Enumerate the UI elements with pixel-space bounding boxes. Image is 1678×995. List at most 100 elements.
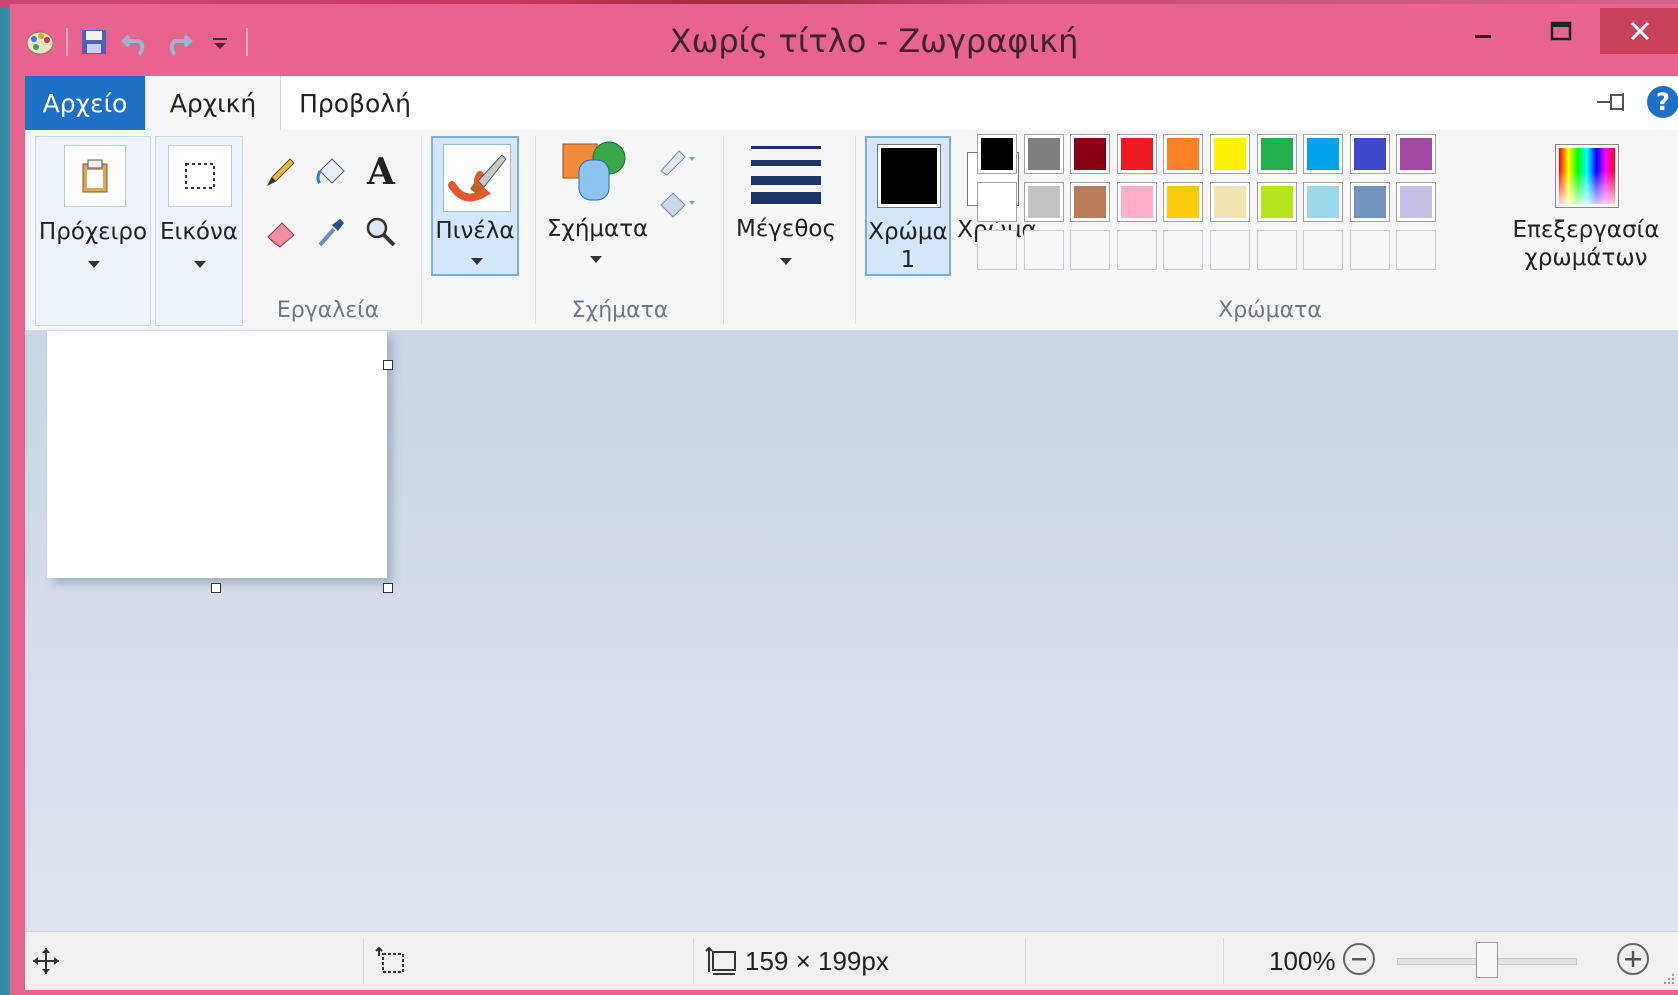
brushes-button[interactable]: Πινέλα <box>431 136 519 276</box>
tools-group-label: Εργαλεία <box>276 298 380 323</box>
palette-swatch[interactable] <box>1350 182 1390 222</box>
palette-swatch[interactable] <box>1257 134 1297 174</box>
resize-handle-right[interactable] <box>383 360 393 370</box>
custom-color-slot[interactable] <box>1024 230 1064 270</box>
colors-group-label: Χρώματα <box>1218 298 1322 323</box>
select-icon <box>168 145 232 207</box>
cursor-position-icon <box>31 946 61 980</box>
maximize-icon <box>1550 21 1572 41</box>
group-separator <box>535 136 536 324</box>
palette-swatch[interactable] <box>977 182 1017 222</box>
palette-swatch[interactable] <box>1210 134 1250 174</box>
palette-swatch[interactable] <box>1070 134 1110 174</box>
chevron-down-icon <box>471 258 483 265</box>
status-bar: 159 × 199px 100% <box>25 931 1678 990</box>
image-label: Εικόνα <box>160 219 238 245</box>
shapes-button[interactable]: Σχήματα <box>547 136 649 276</box>
custom-color-slot[interactable] <box>1257 230 1297 270</box>
shapes-label: Σχήματα <box>547 216 649 242</box>
group-separator <box>421 136 422 324</box>
palette-swatch[interactable] <box>1396 134 1436 174</box>
color1-button[interactable]: Χρώμα 1 <box>865 136 951 276</box>
color1-label-line1: Χρώμα <box>868 219 948 245</box>
palette-swatch[interactable] <box>1210 182 1250 222</box>
palette-swatch[interactable] <box>1163 134 1203 174</box>
minimize-button[interactable] <box>1450 8 1516 54</box>
outline-icon[interactable] <box>657 140 697 180</box>
drawing-canvas[interactable] <box>47 331 387 578</box>
image-button[interactable]: Εικόνα <box>155 136 243 326</box>
minus-icon <box>1352 958 1366 961</box>
status-separator <box>693 938 694 984</box>
palette-swatch[interactable] <box>1163 182 1203 222</box>
custom-color-slot[interactable] <box>1163 230 1203 270</box>
plus-icon <box>1625 951 1641 967</box>
pencil-icon[interactable] <box>261 152 301 192</box>
palette-swatch[interactable] <box>1117 182 1157 222</box>
resize-handle-corner[interactable] <box>383 583 393 593</box>
zoom-out-button[interactable] <box>1343 943 1375 975</box>
edit-colors-label: Επεξεργασία χρωμάτων <box>1511 216 1661 272</box>
window-title: Χωρίς τίτλο - Ζωγραφική <box>669 22 1079 60</box>
fill-icon[interactable] <box>657 184 697 224</box>
size-button[interactable]: Μέγεθος <box>735 136 837 276</box>
zoom-slider-thumb[interactable] <box>1476 942 1498 978</box>
color1-label: Χρώμα 1 <box>867 218 949 274</box>
custom-color-slot[interactable] <box>1070 230 1110 270</box>
palette-swatch[interactable] <box>1070 182 1110 222</box>
palette-swatch[interactable] <box>977 134 1017 174</box>
custom-color-slot[interactable] <box>1396 230 1436 270</box>
resize-handle-bottom[interactable] <box>211 583 221 593</box>
resize-grip-icon[interactable] <box>1663 970 1675 989</box>
canvas-workspace <box>25 331 1678 931</box>
help-icon[interactable]: ? <box>1647 86 1678 118</box>
custom-color-slot[interactable] <box>1210 230 1250 270</box>
zoom-in-button[interactable] <box>1617 943 1649 975</box>
palette-swatch[interactable] <box>1257 182 1297 222</box>
custom-color-slot[interactable] <box>977 230 1017 270</box>
color-picker-icon[interactable] <box>311 212 351 252</box>
status-separator <box>1223 938 1224 984</box>
edit-colors-line1: Επεξεργασία <box>1512 217 1660 243</box>
palette-swatch[interactable] <box>1024 182 1064 222</box>
chevron-down-icon <box>194 261 206 268</box>
chevron-down-icon <box>590 256 602 263</box>
line-size-icon <box>749 144 823 204</box>
magnifier-icon[interactable] <box>361 212 401 252</box>
minimize-icon <box>1475 35 1491 38</box>
edit-colors-line2: χρωμάτων <box>1524 245 1648 271</box>
custom-color-slot[interactable] <box>1303 230 1343 270</box>
ribbon-tabs: Αρχείο Αρχική Προβολή ? <box>25 76 1678 130</box>
eraser-icon[interactable] <box>261 212 301 252</box>
tab-view[interactable]: Προβολή <box>295 76 415 130</box>
palette-swatch[interactable] <box>1024 134 1064 174</box>
custom-color-slot[interactable] <box>1350 230 1390 270</box>
shapes-icon <box>559 136 631 208</box>
close-button[interactable] <box>1600 8 1678 54</box>
palette-swatch[interactable] <box>1303 182 1343 222</box>
status-separator <box>363 938 364 984</box>
palette-swatch[interactable] <box>1350 134 1390 174</box>
maximize-button[interactable] <box>1528 8 1594 54</box>
palette-swatch[interactable] <box>1117 134 1157 174</box>
paint-window: Χωρίς τίτλο - Ζωγραφική Αρχείο Αρχική Πρ… <box>10 4 1678 995</box>
group-separator <box>855 136 856 324</box>
clipboard-button[interactable]: Πρόχειρο <box>35 136 151 326</box>
color1-swatch <box>877 144 941 208</box>
chevron-down-icon <box>780 258 792 265</box>
edit-colors-button[interactable]: Επεξεργασία χρωμάτων <box>1511 136 1661 286</box>
clipboard-icon <box>64 145 126 207</box>
text-tool-icon[interactable]: A <box>361 151 401 193</box>
fill-bucket-icon[interactable] <box>311 152 351 192</box>
tab-file[interactable]: Αρχείο <box>25 76 145 130</box>
palette-swatch[interactable] <box>1396 182 1436 222</box>
zoom-level-text: 100% <box>1269 946 1336 976</box>
tab-home[interactable]: Αρχική <box>145 76 281 130</box>
pin-ribbon-icon[interactable] <box>1595 90 1631 118</box>
status-separator <box>1025 938 1026 984</box>
shapes-group-label: Σχήματα <box>571 298 669 323</box>
palette-swatch[interactable] <box>1303 134 1343 174</box>
custom-color-slot[interactable] <box>1117 230 1157 270</box>
brushes-label: Πινέλα <box>435 218 515 244</box>
canvas-size-icon <box>705 946 737 980</box>
